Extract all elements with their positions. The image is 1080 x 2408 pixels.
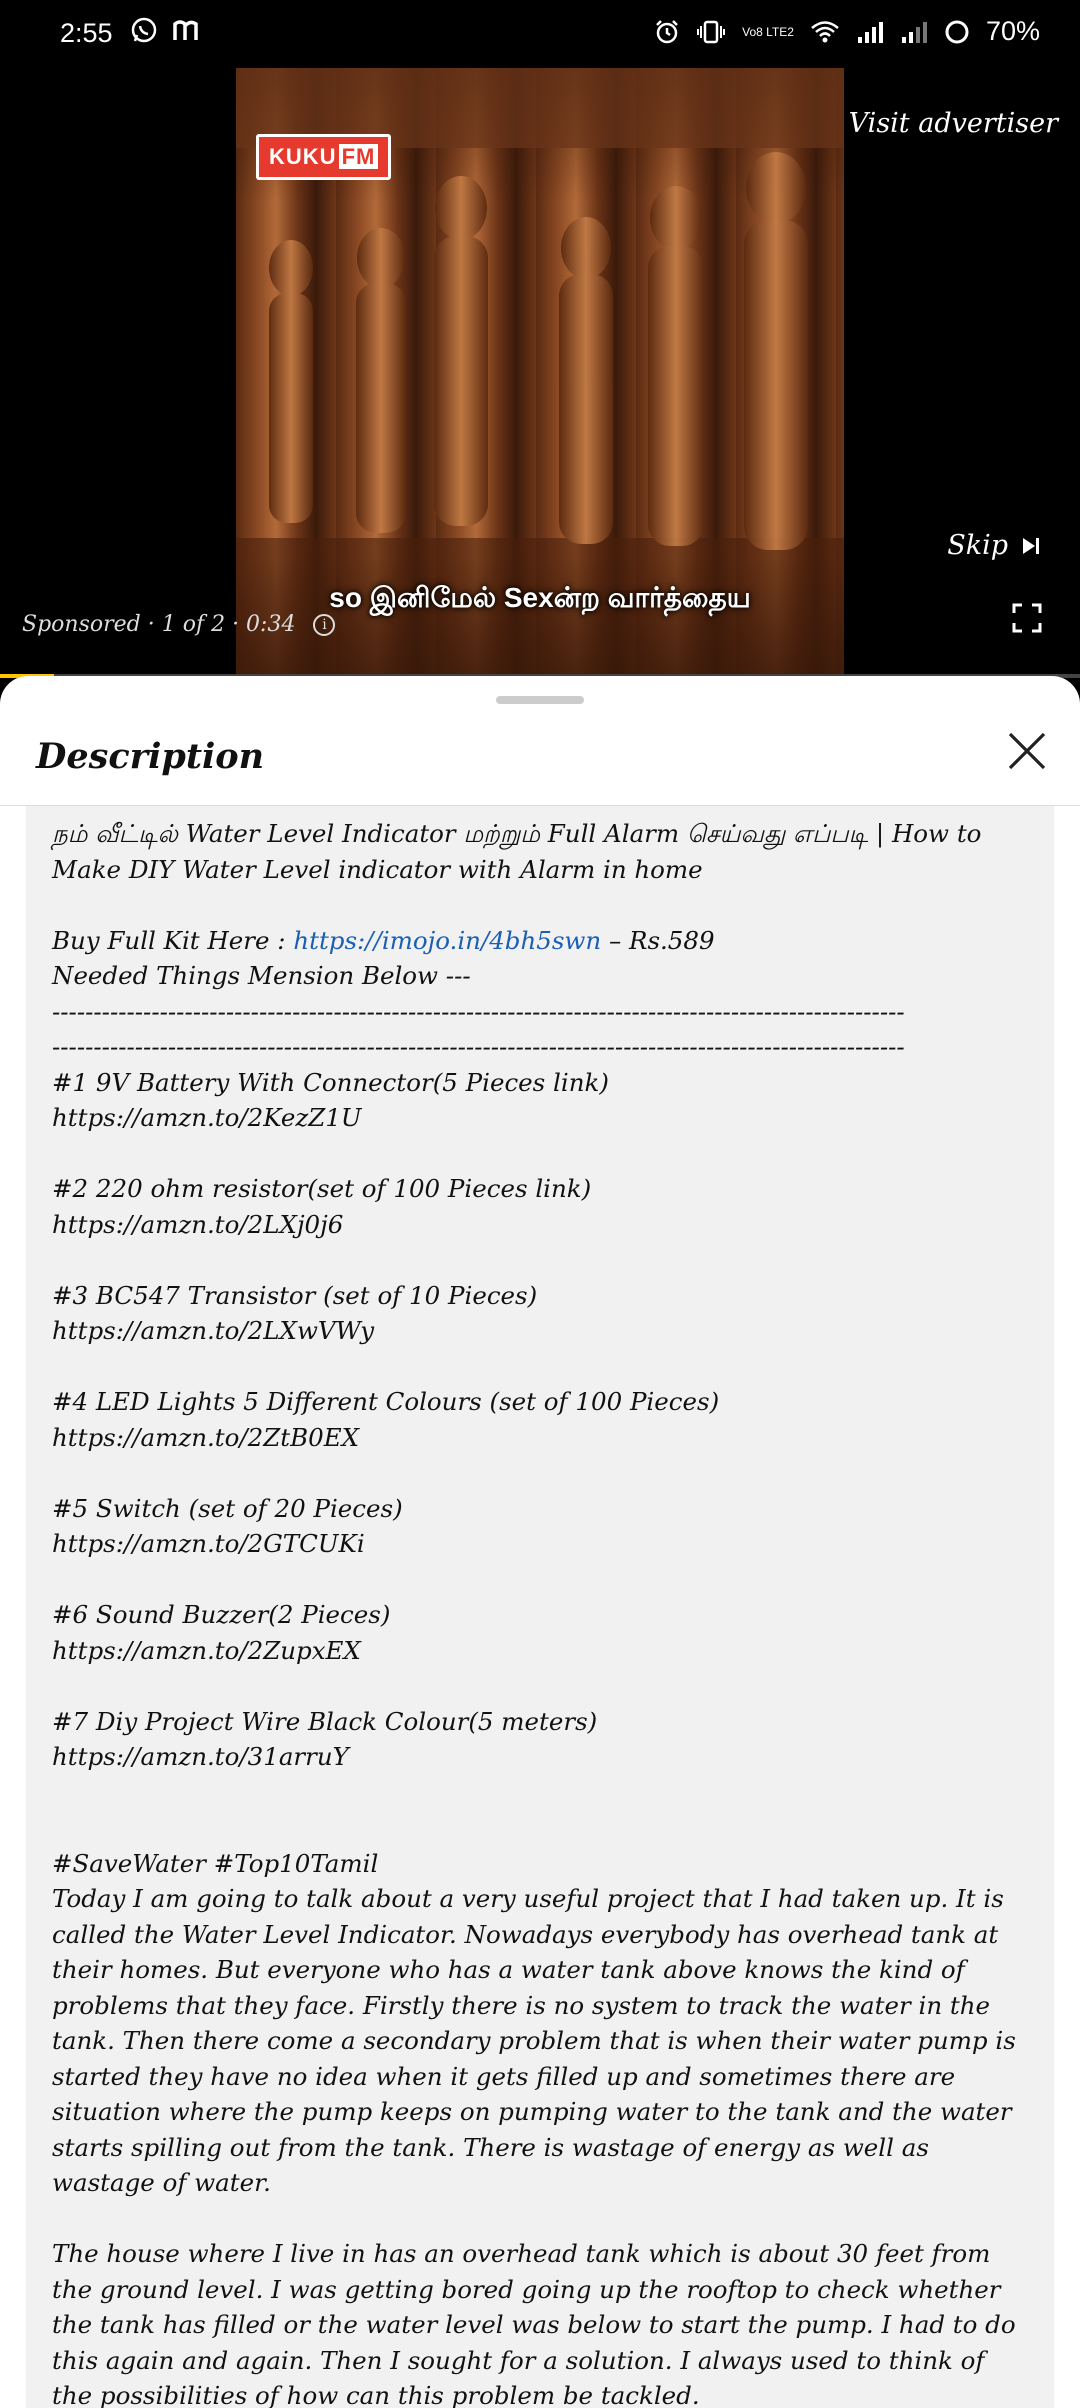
close-icon[interactable] xyxy=(1004,728,1050,774)
status-time: 2:55 xyxy=(60,18,113,48)
sponsored-text: Sponsored · 1 of 2 · 0:34 xyxy=(22,612,296,637)
item-link[interactable]: https://amzn.to/2ZtB0EX xyxy=(52,1420,1028,1456)
kukufm-logo: KUKU FM xyxy=(256,134,392,180)
sheet-title: Description xyxy=(36,736,265,777)
description-body: நம் வீட்டில் Water Level Indicator மற்று… xyxy=(26,806,1054,2408)
list-item: #5 Switch (set of 20 Pieces) xyxy=(52,1493,403,1523)
list-item: #2 220 ohm resistor(set of 100 Pieces li… xyxy=(52,1174,592,1203)
buy-kit-link[interactable]: https://imojo.in/4bh5swn xyxy=(293,926,601,955)
signal-2-icon xyxy=(900,20,928,44)
hashtags[interactable]: #SaveWater #Top10Tamil xyxy=(52,1846,1028,1882)
buy-kit-line: Buy Full Kit Here : https://imojo.in/4bh… xyxy=(52,923,1028,959)
logo-text-fm: FM xyxy=(338,144,379,169)
needed-things-line: Needed Things Mension Below --- xyxy=(52,961,471,990)
list-item: #6 Sound Buzzer(2 Pieces) xyxy=(52,1600,391,1629)
item-link[interactable]: https://amzn.to/2LXwVWy xyxy=(52,1313,1028,1349)
item-link[interactable]: https://amzn.to/2KezZ1U xyxy=(52,1100,1028,1136)
divider-dashes-2: ----------------------------------------… xyxy=(52,1032,905,1061)
description-paragraph-1: Today I am going to talk about a very us… xyxy=(52,1884,1016,2197)
list-item: #4 LED Lights 5 Different Colours (set o… xyxy=(52,1387,720,1416)
battery-level: 70% xyxy=(985,16,1040,46)
sheet-header: Description xyxy=(0,714,1080,806)
video-ad-player[interactable]: KUKU FM Visit advertiser Skip so இனிமேல் … xyxy=(0,68,1080,678)
wifi-icon xyxy=(810,20,840,44)
signal-icon xyxy=(856,20,884,44)
item-link[interactable]: https://amzn.to/2ZupxEX xyxy=(52,1633,1028,1669)
status-bar: 2:55 Vo8 LTE2 70% xyxy=(0,0,1080,68)
buy-kit-price: – Rs.589 xyxy=(601,925,715,955)
logo-text-kuku: KUKU xyxy=(269,144,337,169)
parts-list: #1 9V Battery With Connector(5 Pieces li… xyxy=(52,1065,1028,1775)
skip-ad-button[interactable]: Skip xyxy=(947,530,1042,561)
skip-label: Skip xyxy=(947,530,1008,561)
battery-icon xyxy=(944,19,970,45)
description-sheet: Description நம் வீட்டில் Water Level Ind… xyxy=(0,676,1080,2408)
info-icon[interactable]: i xyxy=(313,613,336,636)
drag-handle[interactable] xyxy=(496,696,584,704)
list-item: #3 BC547 Transistor (set of 10 Pieces) xyxy=(52,1280,538,1310)
item-link[interactable]: https://amzn.to/2LXj0j6 xyxy=(52,1207,1028,1243)
skip-next-icon xyxy=(1023,537,1039,554)
item-link[interactable]: https://amzn.to/31arruY xyxy=(52,1739,1028,1775)
buy-kit-prefix: Buy Full Kit Here : xyxy=(52,925,294,955)
m-icon xyxy=(172,18,200,42)
fullscreen-icon[interactable] xyxy=(1012,603,1042,633)
list-item: #7 Diy Project Wire Black Colour(5 meter… xyxy=(52,1706,598,1736)
whatsapp-icon xyxy=(130,16,158,44)
video-title-text: நம் வீட்டில் Water Level Indicator மற்று… xyxy=(52,819,982,884)
sponsored-label: Sponsored · 1 of 2 · 0:34 i xyxy=(22,612,336,637)
item-link[interactable]: https://amzn.to/2GTCUKi xyxy=(52,1526,1028,1562)
vibrate-icon xyxy=(696,20,726,44)
alarm-icon xyxy=(654,19,680,45)
visit-advertiser-button[interactable]: Visit advertiser xyxy=(849,108,1058,139)
divider-dashes-1: ----------------------------------------… xyxy=(52,996,905,1026)
description-paragraph-2: The house where I live in has an overhea… xyxy=(52,2239,1016,2408)
volte-icon: Vo8 LTE2 xyxy=(742,24,794,39)
list-item: #1 9V Battery With Connector(5 Pieces li… xyxy=(52,1067,609,1097)
